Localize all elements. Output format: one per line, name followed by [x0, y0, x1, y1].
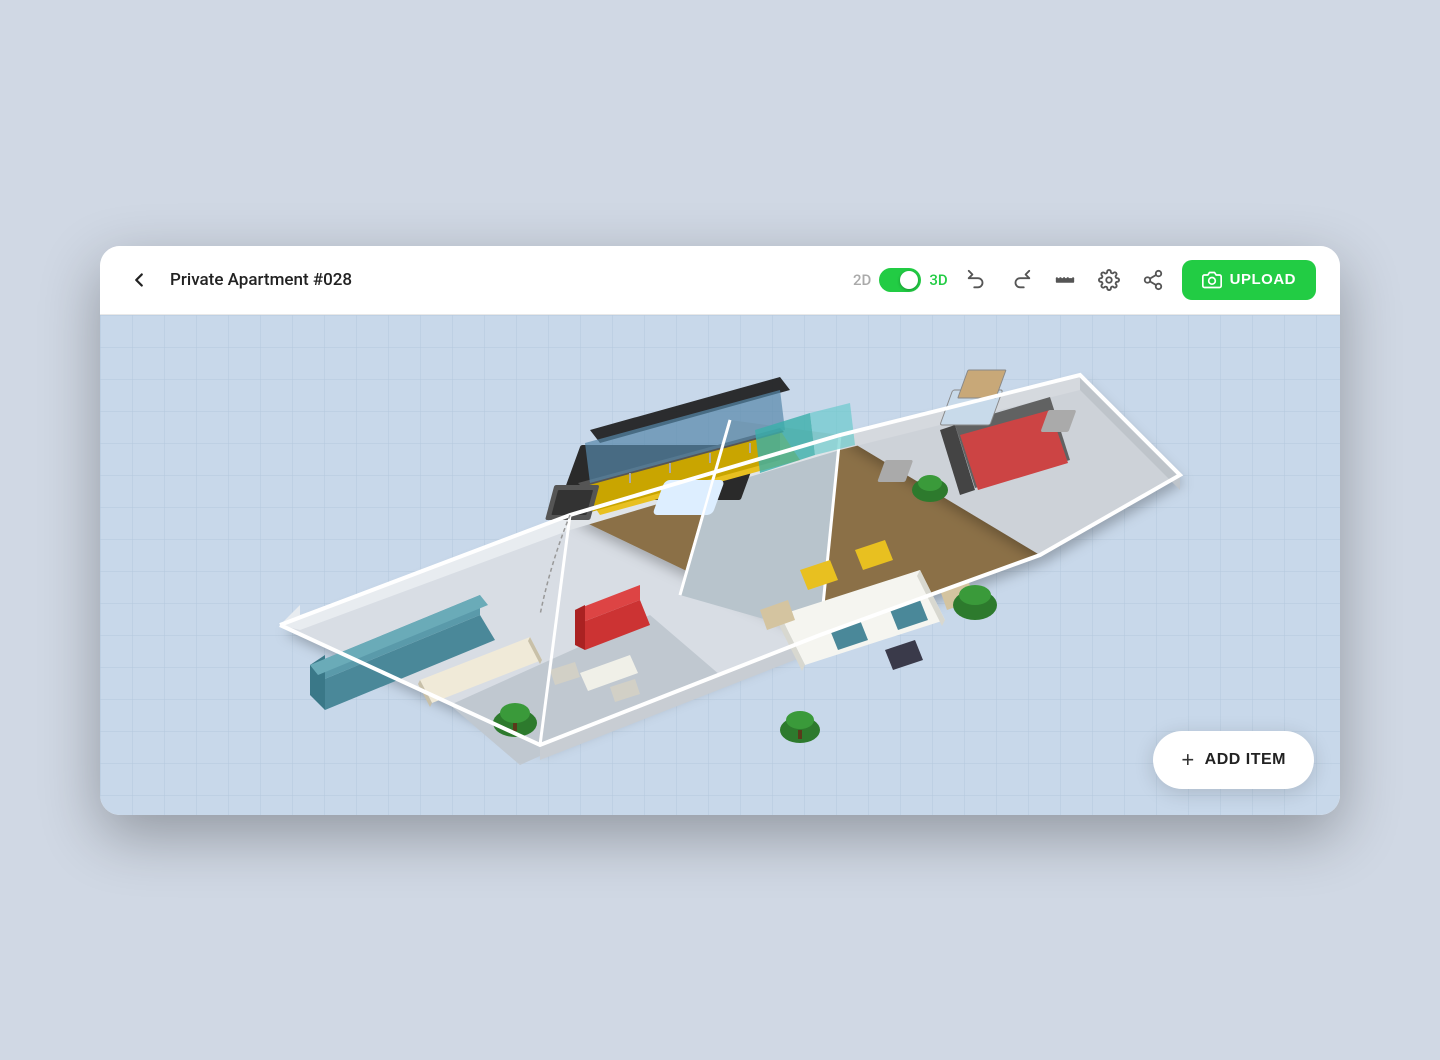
upload-button[interactable]: UPLOAD	[1182, 260, 1316, 300]
add-item-button[interactable]: + ADD ITEM	[1153, 731, 1314, 789]
settings-button[interactable]	[1094, 265, 1124, 295]
page-title: Private Apartment #028	[170, 270, 352, 290]
measure-button[interactable]	[1050, 265, 1080, 295]
toolbar-left: Private Apartment #028	[124, 265, 841, 295]
undo-button[interactable]	[962, 265, 992, 295]
toggle-knob	[900, 271, 918, 289]
toolbar: Private Apartment #028 2D 3D	[100, 246, 1340, 315]
view-mode-toggle[interactable]	[879, 268, 921, 292]
canvas-area[interactable]: + ADD ITEM	[100, 315, 1340, 815]
redo-button[interactable]	[1006, 265, 1036, 295]
share-button[interactable]	[1138, 265, 1168, 295]
view-3d-label: 3D	[929, 271, 947, 289]
back-button[interactable]	[124, 265, 154, 295]
view-toggle: 2D 3D	[853, 268, 948, 292]
toolbar-right: 2D 3D	[853, 260, 1316, 300]
app-container: Private Apartment #028 2D 3D	[100, 246, 1340, 815]
camera-icon	[1202, 270, 1222, 290]
upload-label: UPLOAD	[1230, 271, 1296, 288]
add-item-label: ADD ITEM	[1205, 751, 1286, 769]
view-2d-label: 2D	[853, 271, 871, 289]
add-item-plus-icon: +	[1181, 747, 1194, 773]
floorplan-svg	[100, 315, 1340, 815]
